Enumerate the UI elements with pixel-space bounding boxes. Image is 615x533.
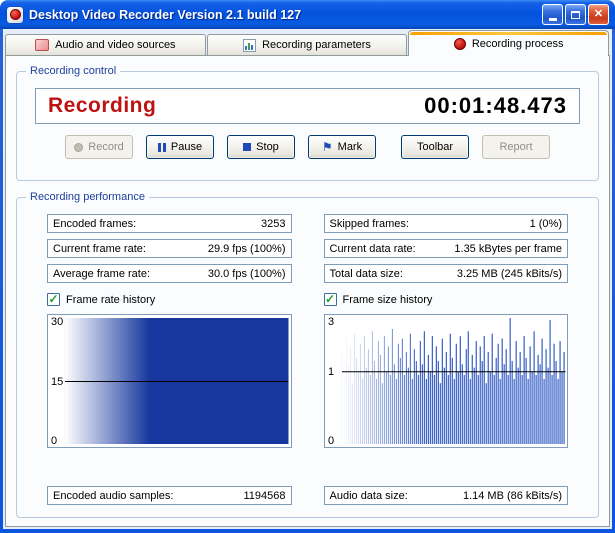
minimize-button[interactable]	[542, 4, 563, 25]
svg-text:3: 3	[327, 316, 333, 328]
field-label: Total data size:	[329, 267, 403, 280]
record-dot-icon	[74, 142, 84, 152]
svg-text:0: 0	[51, 435, 57, 447]
app-window: Desktop Video Recorder Version 2.1 build…	[0, 0, 615, 533]
performance-left-column: Encoded frames: 3253 Current frame rate:…	[47, 214, 292, 505]
tab-label: Recording parameters	[262, 39, 371, 51]
recording-timer: 00:01:48.473	[424, 93, 567, 118]
svg-text:0: 0	[327, 435, 333, 447]
field-value: 30.0 fps (100%)	[207, 267, 286, 280]
tab-strip: Audio and video sources Recording parame…	[3, 29, 612, 56]
record-button[interactable]: Record	[65, 135, 133, 159]
maximize-button[interactable]	[565, 4, 586, 25]
frame-rate-history-chart: 30 15 0	[47, 314, 292, 448]
button-label: Report	[499, 141, 533, 153]
checkbox-label: Frame rate history	[66, 293, 156, 306]
tab-audio-video-sources[interactable]: Audio and video sources	[5, 34, 206, 55]
record-icon	[453, 37, 466, 50]
recording-status-text: Recording	[48, 94, 157, 117]
field-value: 3.25 MB (245 kBits/s)	[456, 267, 562, 280]
client-area: Audio and video sources Recording parame…	[3, 29, 612, 529]
svg-text:15: 15	[51, 376, 63, 388]
tab-recording-process[interactable]: Recording process	[408, 30, 610, 56]
frame-rate-history-checkbox[interactable]: ✓	[47, 293, 60, 306]
maximize-icon	[571, 10, 580, 19]
button-label: Toolbar	[416, 141, 454, 153]
status-display: Recording 00:01:48.473	[35, 88, 580, 124]
recording-performance-group: Recording performance Encoded frames: 32…	[16, 191, 599, 518]
frame-size-history-row: ✓ Frame size history	[323, 291, 569, 308]
field-value: 1.14 MB (86 kBits/s)	[462, 489, 562, 502]
transport-buttons: Record Pause Stop ⚑ Mark	[65, 135, 376, 159]
toolbar-button[interactable]: Toolbar	[401, 135, 469, 159]
button-label: Mark	[337, 141, 363, 153]
field-total-data-size: Total data size: 3.25 MB (245 kBits/s)	[323, 264, 568, 283]
parameters-icon	[243, 38, 257, 52]
field-current-data-rate: Current data rate: 1.35 kBytes per frame	[323, 239, 568, 258]
button-label: Record	[88, 141, 124, 153]
report-button[interactable]: Report	[482, 135, 550, 159]
caption-buttons: ✕	[542, 4, 609, 25]
field-label: Average frame rate:	[53, 267, 151, 280]
svg-text:30: 30	[51, 316, 63, 328]
control-button-row: Record Pause Stop ⚑ Mark Toolbar Report	[35, 135, 580, 159]
field-average-frame-rate: Average frame rate: 30.0 fps (100%)	[47, 264, 292, 283]
button-label: Stop	[256, 141, 279, 153]
field-encoded-audio-samples: Encoded audio samples: 1194568	[47, 486, 292, 505]
field-label: Current frame rate:	[53, 242, 146, 255]
field-value: 1 (0%)	[529, 217, 562, 230]
tab-recording-parameters[interactable]: Recording parameters	[206, 34, 408, 55]
field-audio-data-size: Audio data size: 1.14 MB (86 kBits/s)	[323, 486, 568, 505]
performance-right-column: Skipped frames: 1 (0%) Current data rate…	[323, 214, 569, 505]
pause-button[interactable]: Pause	[146, 135, 214, 159]
close-button[interactable]: ✕	[588, 4, 609, 25]
field-label: Current data rate:	[329, 242, 416, 255]
stop-button[interactable]: Stop	[227, 135, 295, 159]
field-value: 1.35 kBytes per frame	[454, 242, 562, 255]
frame-size-history-chart: 3 1 0	[323, 314, 568, 448]
close-icon: ✕	[593, 8, 604, 20]
mark-flag-icon: ⚑	[321, 140, 333, 154]
check-icon: ✓	[324, 291, 336, 306]
aux-buttons: Toolbar Report	[401, 135, 550, 159]
frame-rate-history-row: ✓ Frame rate history	[47, 291, 292, 308]
field-current-frame-rate: Current frame rate: 29.9 fps (100%)	[47, 239, 292, 258]
window-title: Desktop Video Recorder Version 2.1 build…	[29, 7, 302, 22]
frame-size-history-checkbox[interactable]: ✓	[323, 291, 337, 306]
checkbox-label: Frame size history	[342, 293, 433, 306]
field-value: 3253	[261, 217, 286, 230]
tab-label: Audio and video sources	[55, 39, 176, 51]
field-label: Encoded frames:	[53, 217, 137, 230]
group-label: Recording control	[26, 65, 121, 77]
button-label: Pause	[170, 141, 203, 153]
field-label: Skipped frames:	[329, 217, 409, 230]
field-value: 29.9 fps (100%)	[207, 242, 286, 255]
svg-text:1: 1	[327, 366, 333, 378]
group-label: Recording performance	[26, 191, 149, 203]
check-icon: ✓	[48, 291, 59, 306]
minimize-icon	[548, 17, 557, 21]
title-bar[interactable]: Desktop Video Recorder Version 2.1 build…	[0, 0, 615, 29]
pause-icon	[157, 142, 166, 152]
mark-button[interactable]: ⚑ Mark	[308, 135, 376, 159]
stop-icon	[243, 143, 252, 151]
performance-grid: Encoded frames: 3253 Current frame rate:…	[35, 214, 580, 505]
app-icon	[7, 6, 23, 23]
field-label: Audio data size:	[329, 489, 408, 502]
sources-icon	[35, 39, 50, 51]
field-encoded-frames: Encoded frames: 3253	[47, 214, 292, 233]
field-value: 1194568	[243, 489, 286, 502]
tab-page-recording-process: Recording control Recording 00:01:48.473…	[5, 55, 610, 527]
field-label: Encoded audio samples:	[53, 489, 174, 502]
recording-control-group: Recording control Recording 00:01:48.473…	[16, 65, 599, 181]
field-skipped-frames: Skipped frames: 1 (0%)	[323, 214, 568, 233]
tab-label: Recording process	[471, 37, 564, 50]
